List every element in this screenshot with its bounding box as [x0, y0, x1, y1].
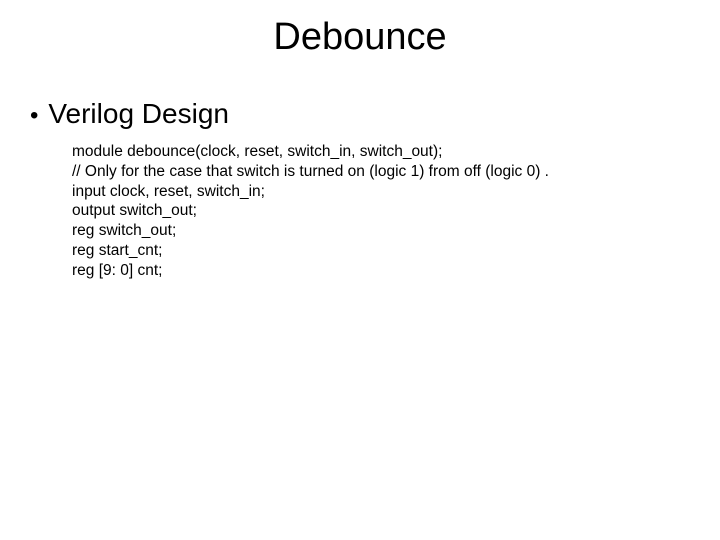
code-line: reg switch_out;	[72, 221, 549, 241]
section-heading: • Verilog Design	[30, 98, 229, 130]
code-line: reg [9: 0] cnt;	[72, 261, 549, 281]
code-line: input clock, reset, switch_in;	[72, 182, 549, 202]
code-line: // Only for the case that switch is turn…	[72, 162, 549, 182]
code-block: module debounce(clock, reset, switch_in,…	[72, 142, 549, 281]
slide: Debounce • Verilog Design module debounce…	[0, 0, 720, 540]
slide-title: Debounce	[0, 16, 720, 59]
code-line: output switch_out;	[72, 201, 549, 221]
section-label: Verilog Design	[48, 98, 229, 129]
code-line: module debounce(clock, reset, switch_in,…	[72, 142, 549, 162]
bullet-icon: •	[30, 104, 38, 128]
code-line: reg start_cnt;	[72, 241, 549, 261]
